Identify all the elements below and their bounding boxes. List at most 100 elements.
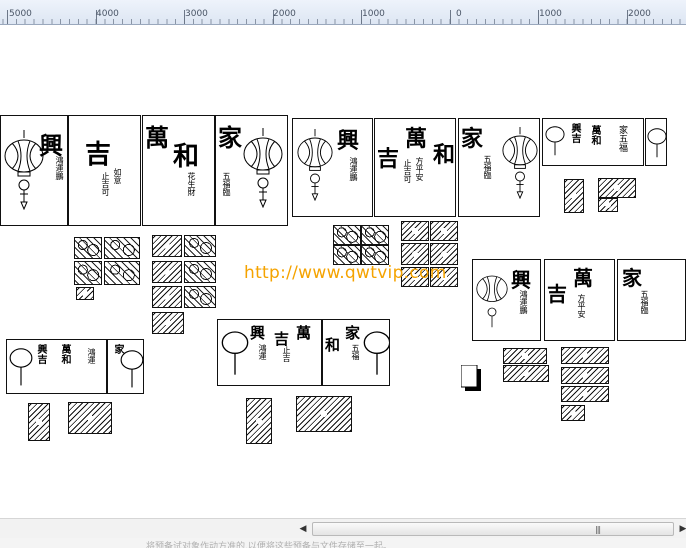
lantern-panel[interactable]: 興 鴻運鵬 [292, 118, 373, 217]
lantern-panel-small[interactable]: 興 吉 萬 鴻運 止吉 [217, 319, 322, 386]
pattern-tile[interactable] [184, 286, 216, 308]
calligraphy-verse: 五福臨 [483, 155, 492, 179]
lantern-panel[interactable]: 家 五福臨 [458, 118, 540, 217]
pattern-tile[interactable] [246, 398, 272, 444]
lantern-panel[interactable]: 吉 萬 方平安 [544, 259, 615, 341]
pattern-tile[interactable] [104, 261, 140, 285]
ruler-minor-ticks [0, 19, 686, 24]
pattern-tile[interactable] [430, 221, 458, 241]
scroll-right-arrow-icon[interactable]: ▶ [676, 522, 686, 536]
scrollbar-thumb[interactable]: ||| [312, 522, 674, 536]
lantern-icon [545, 126, 565, 156]
pattern-tile[interactable] [561, 347, 609, 364]
calligraphy-char: 家 [622, 266, 642, 290]
ruler-label: 5000 [9, 9, 32, 19]
lantern-panel[interactable]: 興 鴻運鵬 [472, 259, 541, 341]
pattern-tile[interactable] [598, 198, 618, 212]
pattern-tile[interactable] [430, 243, 458, 265]
pattern-tile[interactable] [401, 221, 429, 241]
lantern-panel-small[interactable]: 和 家 五福 [322, 319, 390, 386]
calligraphy-verse: 方平安 [415, 157, 424, 181]
pattern-tile[interactable] [598, 178, 636, 198]
calligraphy-verse: 鴻運鵬 [349, 157, 358, 181]
pattern-tile[interactable] [503, 348, 547, 364]
pattern-tile[interactable] [361, 245, 389, 265]
calligraphy-char: 家 [218, 123, 242, 152]
calligraphy-char: 和 [433, 142, 456, 168]
pattern-tile[interactable] [561, 405, 585, 421]
lantern-icon [647, 128, 666, 158]
ruler-label: 1000 [362, 9, 385, 19]
pattern-tile[interactable] [184, 261, 216, 283]
pattern-tile[interactable] [503, 365, 549, 382]
lantern-icon [221, 331, 249, 375]
calligraphy-char: 吉 [377, 146, 400, 172]
lantern-icon [363, 331, 389, 375]
lantern-panel[interactable]: 吉 止吉可 如意 [68, 115, 141, 226]
calligraphy-verse: 止吉 [282, 346, 291, 362]
ruler-major-tick [450, 10, 451, 24]
calligraphy-verse: 止吉可 [101, 172, 110, 196]
pattern-tile[interactable] [401, 243, 429, 265]
calligraphy-verse: 如意 [113, 168, 122, 184]
scroll-left-arrow-icon[interactable]: ◀ [296, 522, 310, 536]
lantern-icon [502, 127, 538, 199]
calligraphy-char: 家 [461, 126, 484, 152]
drawing-canvas[interactable]: 興 鴻運鵬 吉 止吉可 如意 萬 和 花生財 家 五福臨 興 鴻運鵬 吉 萬 和… [0, 25, 686, 518]
calligraphy-verse: 五福臨 [222, 172, 231, 196]
calligraphy-char: 吉 [85, 140, 112, 170]
pattern-tile[interactable] [104, 237, 140, 259]
pattern-tile[interactable] [28, 403, 50, 441]
pattern-tile[interactable] [152, 312, 184, 334]
calligraphy-char: 家 [345, 324, 361, 342]
lantern-panel-small[interactable]: 家 [107, 339, 144, 394]
pattern-tile[interactable] [361, 225, 389, 245]
ruler-label: 0 [456, 9, 462, 19]
horizontal-ruler[interactable]: 5000 4000 3000 2000 1000 0 1000 2000 [0, 0, 686, 25]
lantern-panel-small[interactable]: 興吉 萬和 家五福 [542, 118, 644, 166]
lantern-panel[interactable]: 吉 萬 和 止吉可 方平安 [374, 118, 456, 217]
lantern-panel-small[interactable] [645, 118, 667, 166]
calligraphy-verse: 五福 [351, 344, 360, 360]
calligraphy-verse: 鴻運鵬 [55, 156, 64, 180]
lantern-icon [297, 129, 333, 201]
pattern-tile[interactable] [561, 367, 609, 384]
lantern-panel[interactable]: 興 鴻運鵬 [0, 115, 68, 226]
calligraphy-verse: 止吉可 [403, 159, 412, 183]
pattern-tile[interactable] [152, 235, 182, 257]
lantern-panel[interactable]: 家 五福臨 [215, 115, 288, 226]
horizontal-scrollbar[interactable]: ◀ ||| ▶ [0, 518, 686, 539]
page-icon[interactable] [461, 365, 481, 391]
lantern-panel[interactable]: 萬 和 花生財 [142, 115, 215, 226]
scrollbar-grip-icon: ||| [595, 525, 601, 534]
pattern-tile[interactable] [74, 237, 102, 259]
ruler-label: 2000 [628, 9, 651, 19]
ruler-label: 2000 [273, 9, 296, 19]
calligraphy-verse: 五福臨 [640, 290, 649, 314]
pattern-tile[interactable] [152, 261, 182, 283]
calligraphy-char: 萬 [405, 126, 428, 152]
ruler-major-tick [7, 10, 8, 24]
calligraphy-verse: 花生財 [187, 172, 196, 196]
pattern-tile[interactable] [333, 245, 361, 265]
lantern-icon [476, 275, 508, 328]
lantern-panel-small[interactable]: 興吉 萬和 鴻運 [6, 339, 107, 394]
pattern-tile[interactable] [68, 402, 112, 434]
pattern-tile[interactable] [184, 235, 216, 257]
calligraphy-verse: 鴻運鵬 [519, 290, 528, 314]
calligraphy-char: 和 [173, 142, 200, 172]
calligraphy-char: 吉 [547, 282, 567, 306]
pattern-tile[interactable] [296, 396, 352, 432]
pattern-tile[interactable] [561, 386, 609, 402]
calligraphy-verse: 興吉 [35, 344, 46, 364]
calligraphy-verse: 興吉 [569, 123, 580, 143]
pattern-tile[interactable] [564, 179, 584, 213]
pattern-tile[interactable] [76, 287, 94, 300]
ruler-label: 1000 [539, 9, 562, 19]
pattern-tile[interactable] [152, 286, 182, 308]
pattern-tile[interactable] [333, 225, 361, 245]
calligraphy-char: 萬 [145, 123, 169, 152]
lantern-panel[interactable]: 家 五福臨 [617, 259, 686, 341]
pattern-tile[interactable] [74, 261, 102, 285]
calligraphy-verse: 方平安 [577, 294, 586, 318]
